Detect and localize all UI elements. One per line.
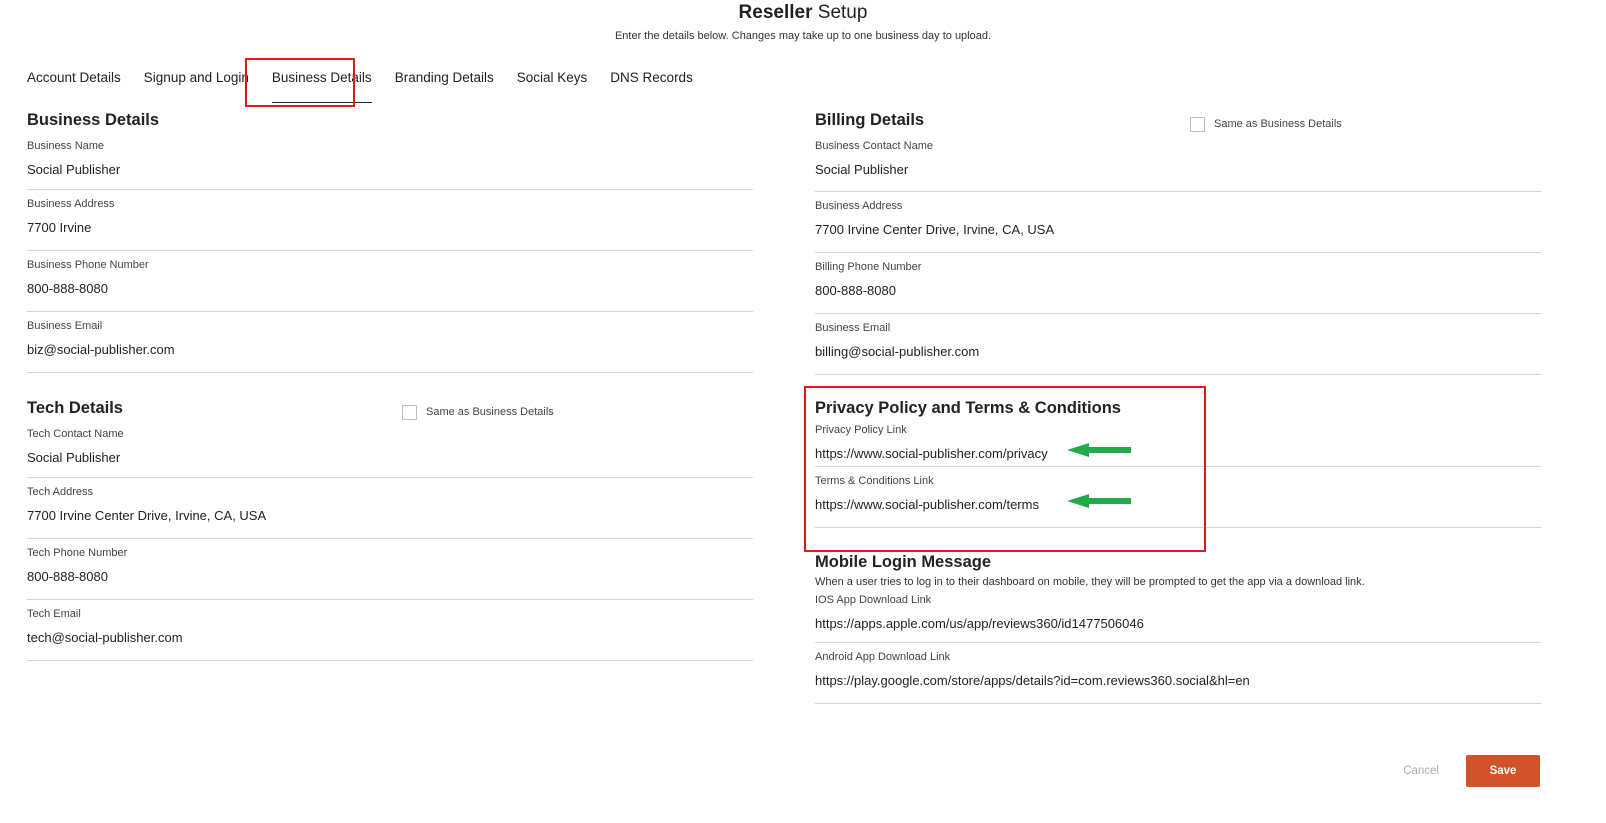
tab-social-keys[interactable]: Social Keys — [517, 62, 588, 94]
page-subtitle: Enter the details below. Changes may tak… — [614, 30, 992, 42]
tech-details-title: Tech Details Same as Business Details — [27, 396, 753, 420]
field-value[interactable]: Social Publisher — [815, 162, 1541, 178]
field-label: Business Contact Name — [815, 140, 933, 152]
billing-details-title-text: Billing Details — [815, 111, 925, 129]
business-phone-field[interactable]: Business Phone Number 800-888-8080 — [27, 251, 753, 312]
field-label: Tech Contact Name — [27, 428, 124, 440]
field-value[interactable]: 7700 Irvine — [27, 220, 753, 236]
tab-dns-records[interactable]: DNS Records — [610, 62, 693, 94]
field-value[interactable]: Social Publisher — [27, 162, 753, 178]
annotation-highlight-privacy — [804, 386, 1206, 552]
billing-details-title: Billing Details Same as Business Details — [815, 108, 1541, 132]
field-value[interactable]: 7700 Irvine Center Drive, Irvine, CA, US… — [27, 508, 753, 524]
field-label: Tech Phone Number — [27, 547, 128, 559]
field-label: Business Email — [815, 322, 891, 334]
field-label: Tech Address — [27, 486, 94, 498]
annotation-highlight-tab — [245, 58, 355, 107]
left-column: Business Details Business Name Social Pu… — [27, 108, 753, 661]
billing-phone-field[interactable]: Billing Phone Number 800-888-8080 — [815, 253, 1541, 314]
cancel-button[interactable]: Cancel — [1403, 765, 1439, 777]
tech-details-title-text: Tech Details — [27, 399, 123, 417]
android-app-link-field[interactable]: Android App Download Link https://play.g… — [815, 643, 1541, 704]
billing-contact-name-field[interactable]: Business Contact Name Social Publisher — [815, 132, 1541, 192]
field-label: Billing Phone Number — [815, 261, 922, 273]
field-label: Tech Email — [27, 608, 81, 620]
field-label: Android App Download Link — [815, 651, 951, 663]
billing-address-field[interactable]: Business Address 7700 Irvine Center Driv… — [815, 192, 1541, 253]
tech-address-field[interactable]: Tech Address 7700 Irvine Center Drive, I… — [27, 478, 753, 539]
tab-account-details[interactable]: Account Details — [27, 62, 121, 94]
field-value[interactable]: tech@social-publisher.com — [27, 630, 753, 646]
page-title: Reseller Setup — [0, 2, 1606, 24]
field-label: Business Name — [27, 140, 105, 152]
field-label: Business Address — [815, 200, 903, 212]
checkbox-icon[interactable] — [402, 404, 417, 420]
business-name-field[interactable]: Business Name Social Publisher — [27, 132, 753, 190]
save-button[interactable]: Save — [1466, 755, 1540, 787]
field-value[interactable]: https://play.google.com/store/apps/detai… — [815, 673, 1541, 689]
field-label: Business Email — [27, 320, 103, 332]
business-address-field[interactable]: Business Address 7700 Irvine — [27, 190, 753, 251]
field-value[interactable]: biz@social-publisher.com — [27, 342, 753, 358]
tech-email-field[interactable]: Tech Email tech@social-publisher.com — [27, 600, 753, 661]
tab-bar: Account Details Signup and Login Busines… — [27, 62, 716, 103]
tech-contact-name-field[interactable]: Tech Contact Name Social Publisher — [27, 420, 753, 478]
mobile-login-message-title: Mobile Login Message — [815, 553, 992, 571]
checkbox-icon[interactable] — [1190, 116, 1205, 132]
page-header: Reseller Setup Enter the details below. … — [0, 0, 1606, 42]
field-value[interactable]: 800-888-8080 — [815, 283, 1541, 299]
ios-app-link-field[interactable]: IOS App Download Link https://apps.apple… — [815, 586, 1541, 643]
tech-phone-field[interactable]: Tech Phone Number 800-888-8080 — [27, 539, 753, 600]
billing-email-field[interactable]: Business Email billing@social-publisher.… — [815, 314, 1541, 375]
field-value[interactable]: Social Publisher — [27, 450, 753, 466]
business-details-title: Business Details — [27, 111, 160, 129]
form-actions: Cancel Save — [1403, 755, 1540, 787]
field-value[interactable]: billing@social-publisher.com — [815, 344, 1541, 360]
tab-signup-and-login[interactable]: Signup and Login — [144, 62, 249, 94]
field-label: Business Phone Number — [27, 259, 149, 271]
field-value[interactable]: 800-888-8080 — [27, 569, 753, 585]
page-title-bold: Reseller — [738, 2, 813, 23]
field-label: Business Address — [27, 198, 115, 210]
tab-branding-details[interactable]: Branding Details — [395, 62, 494, 94]
page-title-rest: Setup — [812, 2, 868, 23]
business-email-field[interactable]: Business Email biz@social-publisher.com — [27, 312, 753, 373]
field-value[interactable]: 7700 Irvine Center Drive, Irvine, CA, US… — [815, 222, 1541, 238]
field-value[interactable]: https://apps.apple.com/us/app/reviews360… — [815, 616, 1541, 632]
field-value[interactable]: 800-888-8080 — [27, 281, 753, 297]
field-label: IOS App Download Link — [815, 594, 932, 606]
